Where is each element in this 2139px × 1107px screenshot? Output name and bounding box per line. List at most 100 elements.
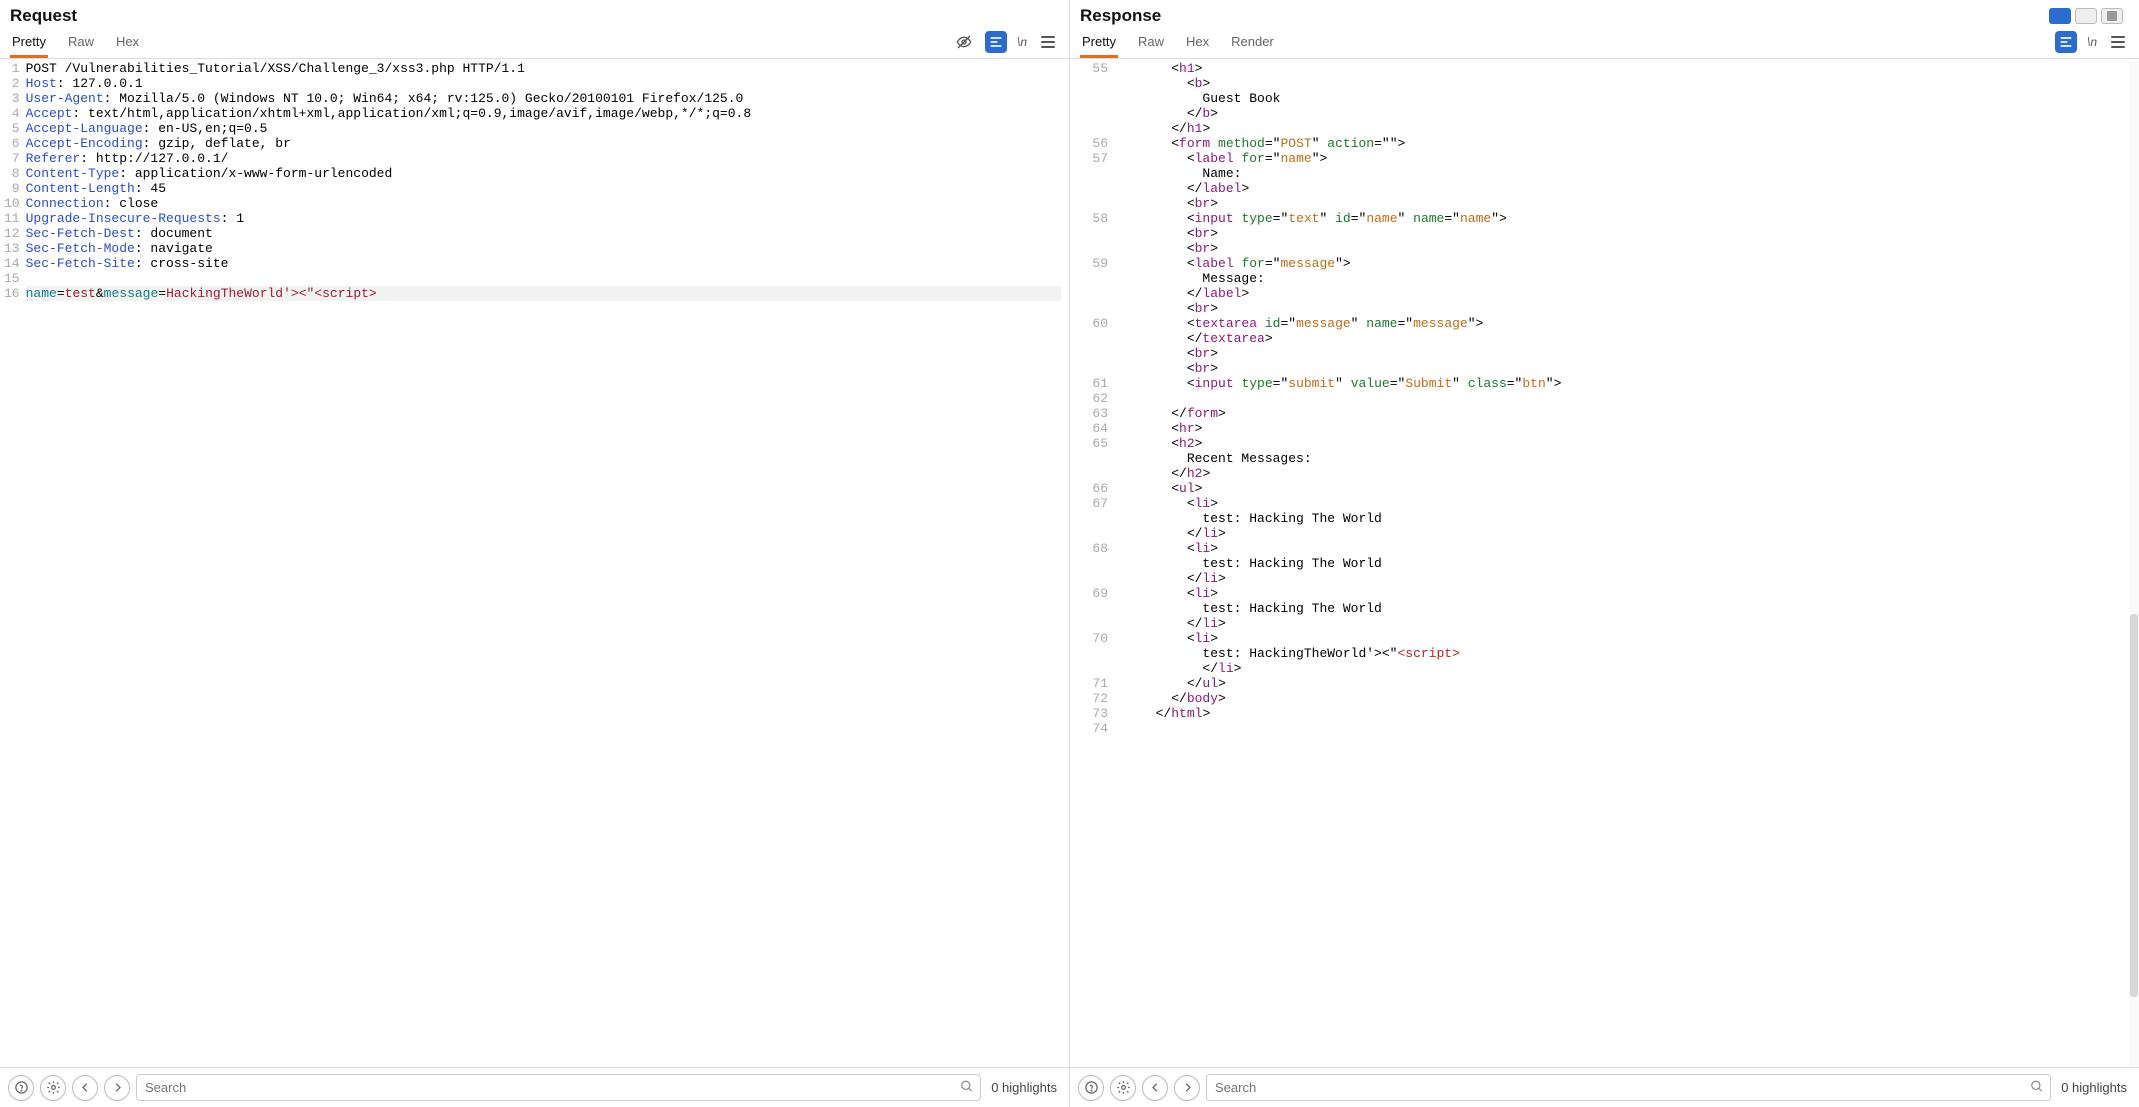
response-tabbar: Pretty Raw Hex Render \n (1070, 26, 2139, 59)
layout-single-button[interactable] (2101, 8, 2123, 24)
code-line[interactable]: <h2> (1140, 436, 2121, 451)
code-line[interactable]: Name: (1140, 166, 2121, 181)
code-line[interactable]: Sec-Fetch-Dest: document (26, 226, 1061, 241)
code-line[interactable]: test: Hacking The World (1140, 511, 2121, 526)
search-icon[interactable] (2030, 1079, 2044, 1096)
code-line[interactable]: <form method="POST" action=""> (1140, 136, 2121, 151)
help-icon[interactable] (8, 1075, 34, 1101)
tab-pretty[interactable]: Pretty (1080, 26, 1118, 58)
code-line[interactable]: </li> (1140, 661, 2121, 676)
request-tabbar: Pretty Raw Hex \n (0, 26, 1069, 59)
code-line[interactable]: <br> (1140, 241, 2121, 256)
code-line[interactable]: Referer: http://127.0.0.1/ (26, 151, 1061, 166)
pretty-toggle-icon[interactable] (985, 31, 1007, 53)
code-line[interactable]: Accept: text/html,application/xhtml+xml,… (26, 106, 1061, 121)
code-line[interactable]: <ul> (1140, 481, 2121, 496)
menu-icon[interactable] (1037, 31, 1059, 53)
tab-pretty[interactable]: Pretty (10, 26, 48, 58)
search-input[interactable] (136, 1074, 981, 1101)
code-line[interactable]: </ul> (1140, 676, 2121, 691)
back-icon[interactable] (1142, 1075, 1168, 1101)
code-line[interactable]: Recent Messages: (1140, 451, 2121, 466)
code-line[interactable]: test: Hacking The World (1140, 556, 2121, 571)
code-line[interactable]: </b> (1140, 106, 2121, 121)
code-line[interactable]: </h2> (1140, 466, 2121, 481)
code-line[interactable]: Guest Book (1140, 91, 2121, 106)
code-line[interactable]: test: Hacking The World (1140, 601, 2121, 616)
scrollbar[interactable] (2129, 61, 2139, 1067)
tab-hex[interactable]: Hex (1184, 26, 1211, 58)
help-icon[interactable] (1078, 1075, 1104, 1101)
code-line[interactable]: Host: 127.0.0.1 (26, 76, 1061, 91)
code-line[interactable]: <li> (1140, 631, 2121, 646)
back-icon[interactable] (72, 1075, 98, 1101)
tab-hex[interactable]: Hex (114, 26, 141, 58)
response-pane: Response PrettyRawHexRender \n 55 5657 5… (1070, 0, 2139, 1107)
code-line[interactable]: <label for="message"> (1140, 256, 2121, 271)
hide-icon[interactable] (953, 31, 975, 53)
forward-icon[interactable] (104, 1075, 130, 1101)
request-title: Request (10, 6, 1059, 26)
highlight-count: 0 highlights (2057, 1080, 2131, 1095)
code-line[interactable]: POST /Vulnerabilities_Tutorial/XSS/Chall… (26, 61, 1061, 76)
code-line[interactable]: <li> (1140, 586, 2121, 601)
code-line[interactable]: <hr> (1140, 421, 2121, 436)
code-line[interactable]: Content-Type: application/x-www-form-url… (26, 166, 1061, 181)
code-line[interactable]: Sec-Fetch-Mode: navigate (26, 241, 1061, 256)
code-line[interactable]: </textarea> (1140, 331, 2121, 346)
tab-render[interactable]: Render (1229, 26, 1276, 58)
code-line[interactable]: </li> (1140, 526, 2121, 541)
menu-icon[interactable] (2107, 31, 2129, 53)
code-line[interactable]: </body> (1140, 691, 2121, 706)
gear-icon[interactable] (40, 1075, 66, 1101)
tab-raw[interactable]: Raw (1136, 26, 1166, 58)
code-line[interactable]: <textarea id="message" name="message"> (1140, 316, 2121, 331)
code-line[interactable]: name=test&message=HackingTheWorld'><"<sc… (26, 286, 1061, 301)
pretty-toggle-icon[interactable] (2055, 31, 2077, 53)
layout-stack-button[interactable] (2075, 8, 2097, 24)
code-line[interactable]: <b> (1140, 76, 2121, 91)
code-line[interactable]: </li> (1140, 616, 2121, 631)
code-line[interactable] (1140, 721, 2121, 736)
code-line[interactable]: Upgrade-Insecure-Requests: 1 (26, 211, 1061, 226)
code-line[interactable]: </form> (1140, 406, 2121, 421)
code-line[interactable]: User-Agent: Mozilla/5.0 (Windows NT 10.0… (26, 91, 1061, 106)
layout-side-button[interactable] (2049, 8, 2071, 24)
gear-icon[interactable] (1110, 1075, 1136, 1101)
code-line[interactable]: Accept-Encoding: gzip, deflate, br (26, 136, 1061, 151)
code-line[interactable]: <input type="text" id="name" name="name"… (1140, 211, 2121, 226)
response-search (1206, 1074, 2051, 1101)
search-icon[interactable] (960, 1079, 974, 1096)
code-line[interactable]: Message: (1140, 271, 2121, 286)
code-line[interactable]: <li> (1140, 496, 2121, 511)
code-line[interactable]: <input type="submit" value="Submit" clas… (1140, 376, 2121, 391)
code-line[interactable]: <br> (1140, 346, 2121, 361)
code-line[interactable]: <br> (1140, 226, 2121, 241)
request-editor[interactable]: 12345678910111213141516 POST /Vulnerabil… (0, 59, 1069, 1067)
code-line[interactable]: <br> (1140, 361, 2121, 376)
code-line[interactable]: Content-Length: 45 (26, 181, 1061, 196)
code-line[interactable] (1140, 391, 2121, 406)
wrap-indicator[interactable]: \n (1017, 35, 1027, 49)
code-line[interactable]: <li> (1140, 541, 2121, 556)
response-editor[interactable]: 55 5657 58 59 60 6162636465 6667 68 69 7… (1070, 59, 2139, 1067)
wrap-indicator[interactable]: \n (2087, 35, 2097, 49)
code-line[interactable] (26, 271, 1061, 286)
code-line[interactable]: <h1> (1140, 61, 2121, 76)
code-line[interactable]: </label> (1140, 286, 2121, 301)
code-line[interactable]: <br> (1140, 301, 2121, 316)
code-line[interactable]: </html> (1140, 706, 2121, 721)
code-line[interactable]: Accept-Language: en-US,en;q=0.5 (26, 121, 1061, 136)
forward-icon[interactable] (1174, 1075, 1200, 1101)
code-line[interactable]: <br> (1140, 196, 2121, 211)
code-line[interactable]: Sec-Fetch-Site: cross-site (26, 256, 1061, 271)
code-line[interactable]: </li> (1140, 571, 2121, 586)
code-line[interactable]: Connection: close (26, 196, 1061, 211)
code-line[interactable]: test: HackingTheWorld'><"<script> (1140, 646, 2121, 661)
code-line[interactable]: </label> (1140, 181, 2121, 196)
layout-toggle (2049, 8, 2123, 24)
search-input[interactable] (1206, 1074, 2051, 1101)
code-line[interactable]: </h1> (1140, 121, 2121, 136)
tab-raw[interactable]: Raw (66, 26, 96, 58)
code-line[interactable]: <label for="name"> (1140, 151, 2121, 166)
